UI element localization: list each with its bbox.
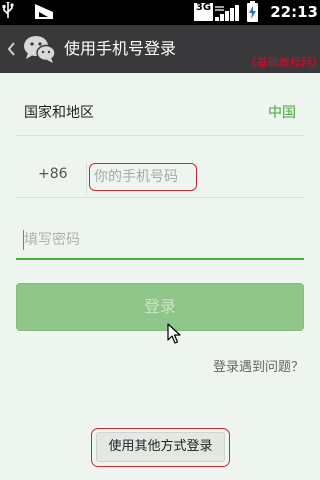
debug-icon: [35, 4, 53, 19]
password-input[interactable]: [24, 228, 224, 252]
other-login-method-button[interactable]: 使用其他方式登录: [96, 432, 225, 462]
signal-icon: [215, 5, 239, 21]
battery-charging-icon: [247, 1, 258, 22]
chevron-left-icon[interactable]: [6, 41, 16, 57]
phone-row: +86: [16, 154, 304, 198]
country-code[interactable]: +86: [38, 166, 68, 182]
divider: [86, 162, 87, 194]
mouse-cursor-icon: [167, 323, 181, 344]
usb-icon: [2, 2, 14, 18]
login-button[interactable]: 登录: [16, 283, 304, 331]
status-bar: 3G 22:13: [0, 0, 320, 25]
country-region-label: 国家和地区: [24, 105, 94, 121]
password-row: [16, 220, 304, 260]
login-trouble-link[interactable]: 登录遇到问题？: [213, 356, 304, 375]
status-time: 22:13: [270, 3, 318, 21]
network-type-badge: 3G: [194, 3, 213, 21]
watermark-text: 《基础教程网》: [246, 56, 320, 69]
wechat-logo-icon: [24, 36, 56, 63]
country-region-value[interactable]: 中国: [268, 102, 296, 122]
page-title: 使用手机号登录: [64, 39, 177, 58]
phone-number-input[interactable]: [89, 163, 197, 191]
country-region-row[interactable]: 国家和地区 中国: [16, 92, 304, 136]
